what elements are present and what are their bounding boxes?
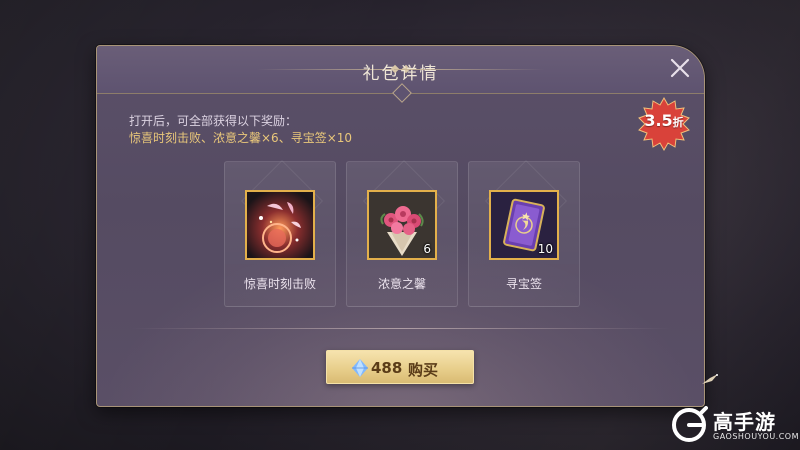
item-name: 浓意之馨: [377, 277, 426, 291]
reward-summary: 惊喜时刻击败、浓意之馨×6、寻宝签×10: [129, 131, 353, 145]
watermark-brand: 高手游: [713, 410, 776, 434]
item-icon-frame: 6: [367, 190, 437, 260]
reward-item-card[interactable]: 惊喜时刻击败: [224, 159, 336, 307]
diamond-gem-icon: [352, 359, 368, 377]
discount-badge: 3.5折: [637, 97, 691, 151]
title-divider-right: [394, 69, 544, 70]
close-icon: [670, 58, 690, 78]
sparkle-icon: [702, 374, 718, 384]
item-name: 寻宝签: [505, 277, 542, 291]
item-quantity: 10: [537, 242, 553, 256]
surprise-moment-icon: [247, 192, 313, 258]
discount-value: 3.5: [644, 111, 673, 130]
watermark: 高手游 GAOSHOUYOU.COM: [666, 404, 800, 448]
discount-unit: 折: [672, 116, 684, 129]
brand-logo-icon: [672, 406, 708, 442]
dialog-title: 礼包详情: [362, 64, 439, 84]
close-button[interactable]: [668, 56, 692, 80]
watermark-url: GAOSHOUYOU.COM: [713, 432, 800, 441]
buy-label: 购买: [408, 361, 439, 379]
reward-item-list: 惊喜时刻击败 6 浓意之馨 10 寻宝签: [224, 159, 580, 307]
reward-description: 打开后，可全部获得以下奖励：: [129, 114, 298, 128]
item-icon-frame: 10: [489, 190, 559, 260]
reward-item-card[interactable]: 6 浓意之馨: [346, 159, 458, 307]
discount-label: 3.5折: [637, 111, 691, 130]
gift-pack-details-dialog: 礼包详情 打开后，可全部获得以下奖励： 惊喜时刻击败、浓意之馨×6、寻宝签×10: [96, 45, 705, 407]
item-quantity: 6: [423, 242, 431, 256]
reward-item-card[interactable]: 10 寻宝签: [468, 159, 580, 307]
item-icon-frame: [245, 190, 315, 260]
item-name: 惊喜时刻击败: [243, 277, 316, 291]
buy-price: 488: [371, 359, 403, 377]
section-divider: [131, 328, 671, 329]
buy-button[interactable]: 488 购买: [326, 350, 474, 384]
